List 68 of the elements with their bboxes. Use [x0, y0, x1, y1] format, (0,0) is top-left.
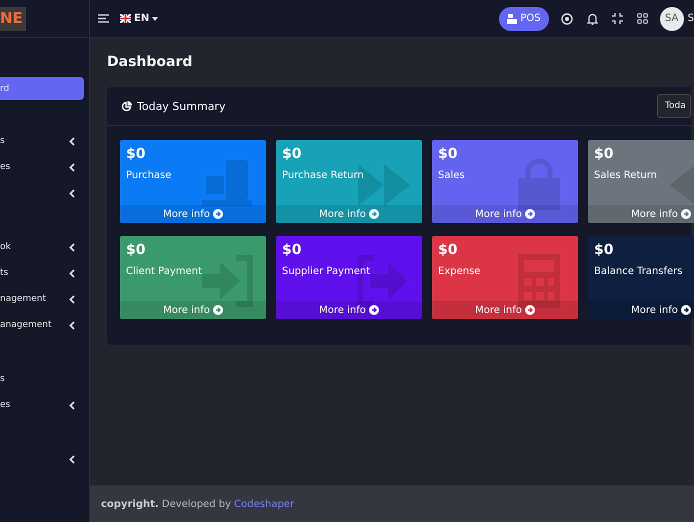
card-label: Sales Return — [594, 170, 658, 181]
fullscreen-icon[interactable] — [612, 13, 623, 24]
user-avatar[interactable]: SA — [660, 6, 684, 30]
more-info-link[interactable]: More info — [276, 205, 422, 223]
sidebar-item[interactable]: ts — [0, 260, 89, 286]
pos-button[interactable]: POS — [499, 6, 549, 30]
sidebar-item[interactable]: rd — [0, 77, 84, 100]
developer-link[interactable]: Codeshaper — [234, 498, 294, 510]
card-amount: $0 — [282, 242, 302, 258]
sidebar-item[interactable]: s — [0, 128, 89, 154]
apps-grid-icon[interactable] — [636, 13, 648, 24]
chevron-icon — [69, 188, 75, 198]
card-amount: $0 — [594, 242, 614, 258]
register-icon — [507, 14, 518, 24]
card-label: Balance Transfers — [594, 266, 684, 277]
more-info-link[interactable]: More info — [120, 205, 266, 223]
more-info-link[interactable]: More info — [432, 301, 578, 319]
chevron-icon — [69, 400, 75, 410]
bell-icon[interactable] — [586, 12, 598, 24]
card-label: Sales — [438, 170, 466, 181]
chevron-icon — [69, 242, 75, 252]
caret-icon — [152, 16, 158, 20]
user-name[interactable]: S — [688, 13, 694, 24]
chevron-icon — [69, 320, 75, 330]
chevron-icon — [69, 268, 75, 278]
sidebar-item[interactable]: es — [0, 154, 89, 180]
more-info-link[interactable]: More info — [276, 301, 422, 319]
chevron-icon — [69, 162, 75, 172]
more-info-link[interactable]: More info — [588, 205, 694, 223]
panel-title: Today Summary — [137, 100, 226, 112]
card-amount: $0 — [438, 146, 458, 162]
footer-text: copyright. Developed by Codeshaper — [101, 498, 294, 510]
circle-arrow-icon — [368, 209, 379, 219]
chevron-icon — [69, 136, 75, 146]
page-title: Dashboard — [107, 54, 194, 70]
circle-arrow-icon — [368, 305, 379, 315]
flag-icon — [120, 14, 131, 23]
circle-arrow-icon — [212, 209, 223, 219]
sidebar-item[interactable]: ok — [0, 234, 89, 260]
card-label: Expense — [438, 266, 482, 277]
circle-arrow-icon — [212, 305, 223, 315]
more-info-link[interactable]: More info — [588, 301, 694, 319]
circle-arrow-icon — [680, 305, 691, 315]
card-label: Client Payment — [126, 266, 203, 277]
card-amount: $0 — [594, 146, 614, 162]
sidebar-item[interactable]: es — [0, 392, 89, 418]
circle-arrow-icon — [524, 305, 535, 315]
language-selector[interactable]: EN — [120, 13, 158, 24]
chevron-icon — [69, 454, 75, 464]
period-button[interactable]: Toda — [657, 94, 691, 118]
more-info-link[interactable]: More info — [432, 205, 578, 223]
card-amount: $0 — [126, 242, 146, 258]
logo: NE — [0, 6, 26, 30]
circle-arrow-icon — [524, 209, 535, 219]
circle-arrow-icon — [680, 209, 691, 219]
sidebar-item[interactable]: nagement — [0, 286, 89, 312]
card-amount: $0 — [282, 146, 302, 162]
card-label: Purchase Return — [282, 170, 365, 181]
card-amount: $0 — [126, 146, 146, 162]
card-amount: $0 — [438, 242, 458, 258]
pie-chart-icon — [121, 100, 132, 112]
sidebar-item[interactable]: s — [0, 366, 89, 392]
menu-icon[interactable] — [98, 14, 109, 23]
sidebar-item[interactable]: anagement — [0, 312, 89, 338]
card-label: Purchase — [126, 170, 172, 181]
more-info-link[interactable]: More info — [120, 301, 266, 319]
card-label: Supplier Payment — [282, 266, 372, 277]
chevron-icon — [69, 294, 75, 304]
